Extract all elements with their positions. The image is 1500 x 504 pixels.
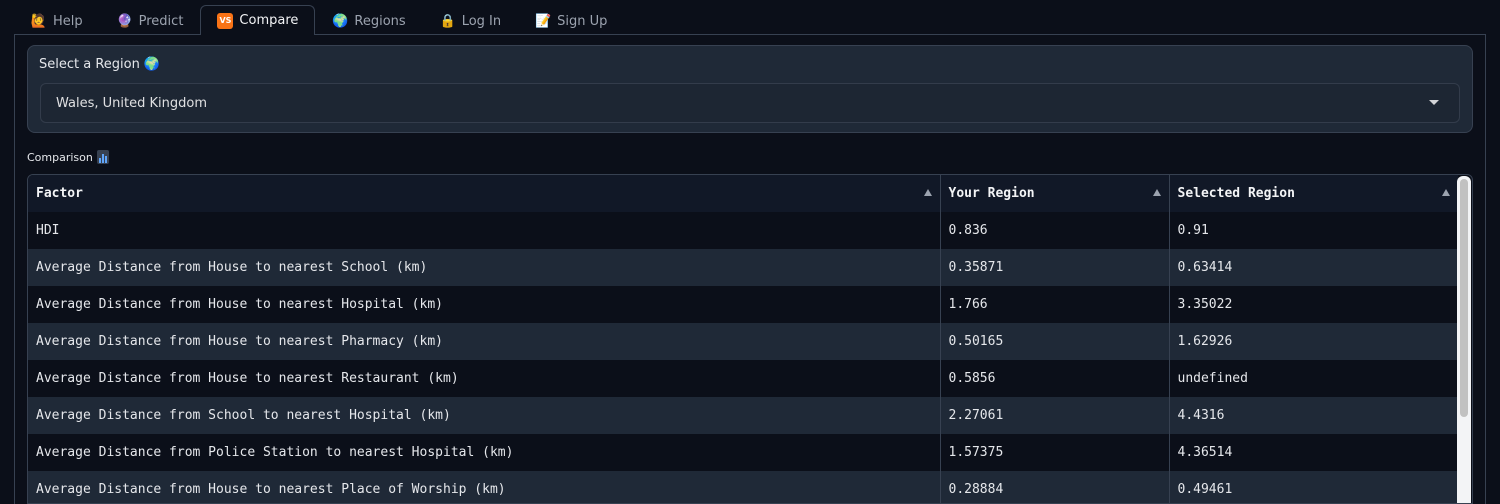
your-region-cell[interactable]: 0.836 xyxy=(939,212,1169,249)
region-selected-value: Wales, United Kingdom xyxy=(56,95,207,111)
crystal-ball-icon: 🔮 xyxy=(116,14,133,29)
comparison-label-text: Comparison xyxy=(27,150,93,164)
your-region-cell[interactable]: 2.27061 xyxy=(939,397,1169,434)
globe-icon: 🌍 xyxy=(143,57,161,72)
tab-label: Sign Up xyxy=(557,14,608,29)
table-row: Average Distance from House to nearest H… xyxy=(28,286,1458,323)
tab-bar: 🙋 Help 🔮 Predict VS Compare 🌍 Regions 🔒 … xyxy=(14,5,624,35)
table-row: Average Distance from Police Station to … xyxy=(28,434,1458,471)
table-row: Average Distance from House to nearest P… xyxy=(28,323,1458,360)
factor-cell[interactable]: HDI xyxy=(28,212,940,249)
comparison-table: Factor Your Region Selected Region HDI 0… xyxy=(27,174,1473,504)
raising-hand-icon: 🙋 xyxy=(30,14,48,29)
factor-cell[interactable]: Average Distance from House to nearest P… xyxy=(28,323,940,360)
table-row: Average Distance from House to nearest R… xyxy=(28,360,1458,397)
chevron-down-icon[interactable] xyxy=(1429,100,1439,105)
tab-label: Predict xyxy=(138,14,184,29)
selected-region-cell[interactable]: 1.62926 xyxy=(1168,323,1458,360)
sort-icon[interactable] xyxy=(923,189,932,196)
selected-region-cell[interactable]: 0.91 xyxy=(1168,212,1458,249)
tab-help[interactable]: 🙋 Help xyxy=(14,7,100,35)
sort-icon[interactable] xyxy=(1152,189,1161,196)
tab-predict[interactable]: 🔮 Predict xyxy=(100,7,201,35)
selected-region-cell[interactable]: 0.49461 xyxy=(1168,471,1458,503)
factor-cell[interactable]: Average Distance from Police Station to … xyxy=(28,434,940,471)
your-region-cell[interactable]: 0.5856 xyxy=(939,360,1169,397)
column-header-factor[interactable]: Factor xyxy=(28,175,940,212)
your-region-cell[interactable]: 1.766 xyxy=(939,286,1169,323)
sort-icon[interactable] xyxy=(1442,189,1450,196)
table-scrollbar[interactable] xyxy=(1457,176,1471,503)
factor-cell[interactable]: Average Distance from School to nearest … xyxy=(28,397,940,434)
selected-region-cell[interactable]: 0.63414 xyxy=(1168,249,1458,286)
lock-icon: 🔒 xyxy=(439,14,456,29)
column-header-label: Factor xyxy=(36,186,83,201)
region-label-text: Select a Region xyxy=(39,57,140,72)
tab-label: Regions xyxy=(354,14,406,29)
comparison-grid: Factor Your Region Selected Region HDI 0… xyxy=(28,175,1458,503)
factor-cell[interactable]: Average Distance from House to nearest R… xyxy=(28,360,940,397)
region-select-label: Select a Region 🌍 xyxy=(39,57,160,72)
scrollbar-thumb[interactable] xyxy=(1460,179,1468,417)
column-header-selected-region[interactable]: Selected Region xyxy=(1168,175,1458,212)
factor-cell[interactable]: Average Distance from House to nearest S… xyxy=(28,249,940,286)
tab-label: Compare xyxy=(239,13,299,28)
table-row: Average Distance from House to nearest S… xyxy=(28,249,1458,286)
your-region-cell[interactable]: 1.57375 xyxy=(939,434,1169,471)
factor-cell[interactable]: Average Distance from House to nearest H… xyxy=(28,286,940,323)
globe-icon: 🌍 xyxy=(332,14,349,29)
region-dropdown[interactable]: Wales, United Kingdom xyxy=(40,83,1460,123)
table-row: Average Distance from School to nearest … xyxy=(28,397,1458,434)
selected-region-cell[interactable]: 4.36514 xyxy=(1168,434,1458,471)
column-header-your-region[interactable]: Your Region xyxy=(939,175,1169,212)
tab-label: Help xyxy=(53,14,83,29)
column-header-label: Your Region xyxy=(948,186,1035,201)
tab-regions[interactable]: 🌍 Regions xyxy=(315,7,422,35)
tab-compare[interactable]: VS Compare xyxy=(200,5,316,35)
your-region-cell[interactable]: 0.35871 xyxy=(939,249,1169,286)
table-row: HDI 0.836 0.91 xyxy=(28,212,1458,249)
selected-region-cell[interactable]: 4.4316 xyxy=(1168,397,1458,434)
comparison-label: Comparison xyxy=(27,150,109,164)
vs-icon: VS xyxy=(217,12,234,29)
selected-region-cell[interactable]: undefined xyxy=(1168,360,1458,397)
your-region-cell[interactable]: 0.50165 xyxy=(939,323,1169,360)
table-row: Average Distance from House to nearest P… xyxy=(28,471,1458,503)
selected-region-cell[interactable]: 3.35022 xyxy=(1168,286,1458,323)
bar-chart-icon xyxy=(96,150,109,164)
tab-log-in[interactable]: 🔒 Log In xyxy=(423,7,518,35)
column-header-label: Selected Region xyxy=(1177,186,1295,201)
memo-icon: 📝 xyxy=(535,14,552,29)
region-selector-block: Select a Region 🌍 Wales, United Kingdom xyxy=(27,45,1473,133)
tab-label: Log In xyxy=(461,14,502,29)
your-region-cell[interactable]: 0.28884 xyxy=(939,471,1169,503)
table-header-row: Factor Your Region Selected Region xyxy=(28,175,1458,212)
tab-sign-up[interactable]: 📝 Sign Up xyxy=(518,7,624,35)
factor-cell[interactable]: Average Distance from House to nearest P… xyxy=(28,471,940,503)
